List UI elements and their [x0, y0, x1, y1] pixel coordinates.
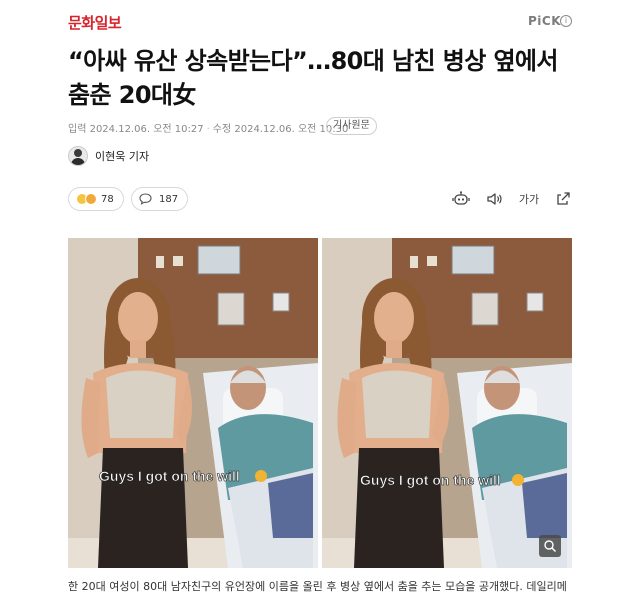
photo-frame-right: Guys I got on the will [322, 238, 572, 568]
info-circle-icon[interactable]: i [560, 15, 572, 27]
article-dates: 입력 2024.12.06. 오전 10:27 · 수정 2024.12.06. 오… [68, 120, 348, 135]
article-toolbar: 가가 [450, 188, 574, 210]
headline-line-2: 춤춘 20대女 [68, 81, 196, 109]
avatar-body [71, 158, 85, 165]
share-button[interactable] [552, 188, 574, 210]
brand-logo[interactable]: 문화일보 [68, 12, 122, 33]
photo-frame-left: Guys I got on the will [68, 238, 318, 568]
photo-caption: 한 20대 여성이 80대 남자친구의 유언장에 이름을 올린 후 병상 옆에서… [68, 580, 567, 593]
zoom-icon[interactable] [543, 539, 557, 553]
reaction-count: 78 [101, 193, 114, 205]
speaker-icon [487, 193, 502, 205]
headline-line-1: “아싸 유산 상속받는다”…80대 남친 병상 옆에서 [68, 47, 558, 75]
reporter-avatar [68, 146, 88, 166]
hospital-scene-right: Guys I got on the will [322, 238, 572, 568]
font-size-button[interactable]: 가가 [518, 188, 540, 210]
avatar-head [74, 149, 82, 157]
share-icon [557, 192, 570, 205]
site-header: 문화일보 PiCK i [0, 0, 640, 40]
reporter-name: 이현욱 기자 [95, 150, 150, 163]
summary-button[interactable] [450, 188, 472, 210]
robot-summary-icon [452, 191, 470, 205]
pick-label[interactable]: PiCK [528, 14, 561, 28]
original-article-button[interactable]: 기사원문 [326, 117, 377, 135]
published-date: 입력 2024.12.06. 오전 10:27 [68, 124, 204, 135]
reporter-byline[interactable]: 이현욱 기자 [68, 145, 149, 167]
reaction-button[interactable]: 78 [68, 187, 124, 211]
article-photo[interactable]: Guys I got on the will Guys I got on the… [68, 238, 572, 568]
hospital-scene-left: Guys I got on the will [68, 238, 318, 568]
photo-caption-right: Guys I got on the will [360, 472, 501, 488]
font-size-label: 가가 [518, 193, 540, 206]
tts-button[interactable] [484, 188, 506, 210]
comment-count: 187 [159, 193, 179, 205]
photo-caption-left: Guys I got on the will [99, 468, 240, 484]
article-headline: “아싸 유산 상속받는다”…80대 남친 병상 옆에서 춤춘 20대女 [68, 44, 578, 112]
comment-bubble-icon [139, 193, 152, 205]
comment-button[interactable]: 187 [131, 187, 189, 211]
date-separator: · [206, 124, 210, 135]
reaction-emoji-icon [85, 193, 97, 205]
